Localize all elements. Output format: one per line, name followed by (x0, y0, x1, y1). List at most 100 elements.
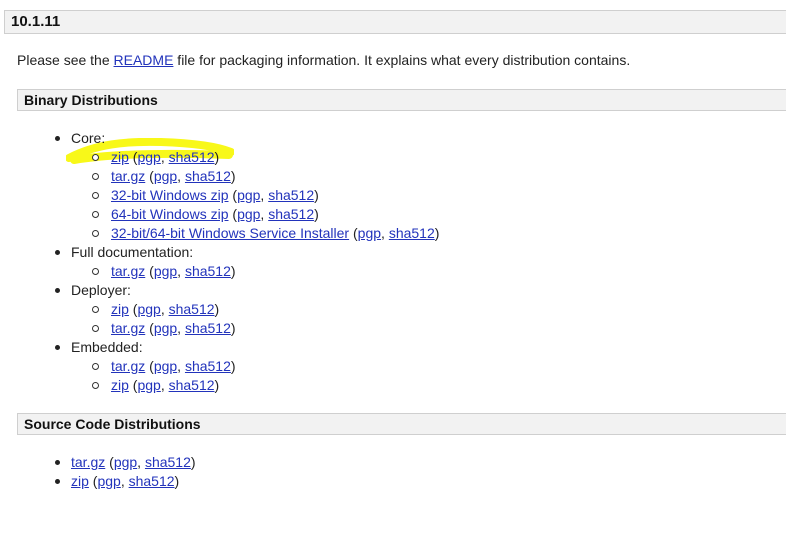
intro-text: Please see the README file for packaging… (17, 52, 630, 68)
download-item: zip (pgp, sha512) (92, 376, 439, 395)
sha512-link[interactable]: sha512 (185, 320, 231, 336)
paren-open: ( (228, 206, 238, 222)
pgp-link[interactable]: pgp (137, 301, 160, 317)
group-full-documentation: Full documentation: tar.gz (pgp, sha512) (52, 243, 439, 281)
group-deployer: Deployer: zip (pgp, sha512) tar.gz (pgp,… (52, 281, 439, 338)
download-item: tar.gz (pgp, sha512) (92, 167, 439, 186)
sha512-link[interactable]: sha512 (169, 301, 215, 317)
readme-link[interactable]: README (114, 52, 174, 68)
paren-close: ) (314, 187, 319, 203)
binary-distributions-header: Binary Distributions (17, 89, 786, 111)
download-link[interactable]: tar.gz (111, 263, 145, 279)
pgp-link[interactable]: pgp (154, 320, 177, 336)
comma: , (120, 473, 129, 489)
pgp-link[interactable]: pgp (154, 358, 177, 374)
comma: , (137, 454, 145, 470)
pgp-link[interactable]: pgp (154, 263, 177, 279)
pgp-link[interactable]: pgp (97, 473, 120, 489)
pgp-link[interactable]: pgp (237, 206, 260, 222)
download-link[interactable]: tar.gz (111, 320, 145, 336)
paren-close: ) (190, 454, 196, 470)
comma: , (177, 358, 185, 374)
comma: , (381, 225, 389, 241)
download-item: tar.gz (pgp, sha512) (92, 357, 439, 376)
comma: , (160, 377, 169, 393)
pgp-link[interactable]: pgp (237, 187, 260, 203)
comma: , (177, 320, 185, 336)
sha512-link[interactable]: sha512 (185, 168, 231, 184)
paren-close: ) (230, 358, 236, 374)
paren-close: ) (434, 225, 440, 241)
download-link[interactable]: tar.gz (111, 168, 145, 184)
paren-close: ) (230, 168, 236, 184)
download-item: zip (pgp, sha512) (52, 472, 196, 491)
download-item: zip (pgp, sha512) (92, 148, 439, 167)
download-link[interactable]: zip (71, 473, 89, 489)
paren-close: ) (230, 320, 236, 336)
source-downloads: tar.gz (pgp, sha512) zip (pgp, sha512) (52, 453, 196, 491)
comma: , (160, 149, 169, 165)
group-embedded: Embedded: tar.gz (pgp, sha512) zip (pgp,… (52, 338, 439, 395)
download-item: 32-bit/64-bit Windows Service Installer … (92, 224, 439, 243)
pgp-link[interactable]: pgp (137, 149, 160, 165)
sha512-link[interactable]: sha512 (389, 225, 435, 241)
embedded-downloads: tar.gz (pgp, sha512) zip (pgp, sha512) (92, 357, 439, 395)
download-item: 64-bit Windows zip (pgp, sha512) (92, 205, 439, 224)
paren-close: ) (214, 301, 220, 317)
download-item: tar.gz (pgp, sha512) (52, 453, 196, 472)
download-item: 32-bit Windows zip (pgp, sha512) (92, 186, 439, 205)
intro-before: Please see the (17, 52, 114, 68)
paren-open: ( (145, 168, 154, 184)
paren-close: ) (214, 149, 220, 165)
download-link[interactable]: 64-bit Windows zip (111, 206, 229, 222)
download-link[interactable]: zip (111, 301, 129, 317)
paren-open: ( (145, 320, 154, 336)
group-label: Deployer: (71, 282, 131, 298)
download-link[interactable]: zip (111, 377, 129, 393)
paren-close: ) (174, 473, 180, 489)
pgp-link[interactable]: pgp (114, 454, 137, 470)
comma: , (160, 301, 169, 317)
paren-close: ) (314, 206, 319, 222)
comma: , (177, 168, 185, 184)
download-link[interactable]: 32-bit Windows zip (111, 187, 229, 203)
sha512-link[interactable]: sha512 (185, 263, 231, 279)
sha512-link[interactable]: sha512 (268, 206, 314, 222)
group-label: Embedded: (71, 339, 143, 355)
paren-close: ) (214, 377, 220, 393)
download-item: zip (pgp, sha512) (92, 300, 439, 319)
pgp-link[interactable]: pgp (137, 377, 160, 393)
download-link[interactable]: zip (111, 149, 129, 165)
sha512-link[interactable]: sha512 (145, 454, 191, 470)
comma: , (177, 263, 185, 279)
paren-open: ( (105, 454, 114, 470)
paren-open: ( (349, 225, 358, 241)
pgp-link[interactable]: pgp (154, 168, 177, 184)
group-label: Full documentation: (71, 244, 194, 260)
paren-close: ) (230, 263, 236, 279)
sha512-link[interactable]: sha512 (169, 377, 215, 393)
download-link[interactable]: tar.gz (71, 454, 105, 470)
download-item: tar.gz (pgp, sha512) (92, 262, 439, 281)
group-label: Core: (71, 130, 106, 146)
paren-open: ( (228, 187, 238, 203)
pgp-link[interactable]: pgp (358, 225, 381, 241)
download-item: tar.gz (pgp, sha512) (92, 319, 439, 338)
deployer-downloads: zip (pgp, sha512) tar.gz (pgp, sha512) (92, 300, 439, 338)
binary-distributions-title: Binary Distributions (24, 92, 158, 108)
sha512-link[interactable]: sha512 (268, 187, 314, 203)
sha512-link[interactable]: sha512 (185, 358, 231, 374)
source-distributions-title: Source Code Distributions (24, 416, 201, 432)
version-header: 10.1.11 (4, 10, 786, 34)
paren-open: ( (145, 358, 154, 374)
download-link[interactable]: tar.gz (111, 358, 145, 374)
core-downloads: zip (pgp, sha512) tar.gz (pgp, sha512) 3… (92, 148, 439, 243)
source-distributions-header: Source Code Distributions (17, 413, 786, 435)
sha512-link[interactable]: sha512 (169, 149, 215, 165)
documentation-downloads: tar.gz (pgp, sha512) (92, 262, 439, 281)
sha512-link[interactable]: sha512 (129, 473, 175, 489)
intro-after: file for packaging information. It expla… (173, 52, 631, 68)
group-core: Core: zip (pgp, sha512) tar.gz (pgp, sha… (52, 129, 439, 243)
binary-groups-list: Core: zip (pgp, sha512) tar.gz (pgp, sha… (52, 129, 439, 395)
download-link[interactable]: 32-bit/64-bit Windows Service Installer (111, 225, 349, 241)
